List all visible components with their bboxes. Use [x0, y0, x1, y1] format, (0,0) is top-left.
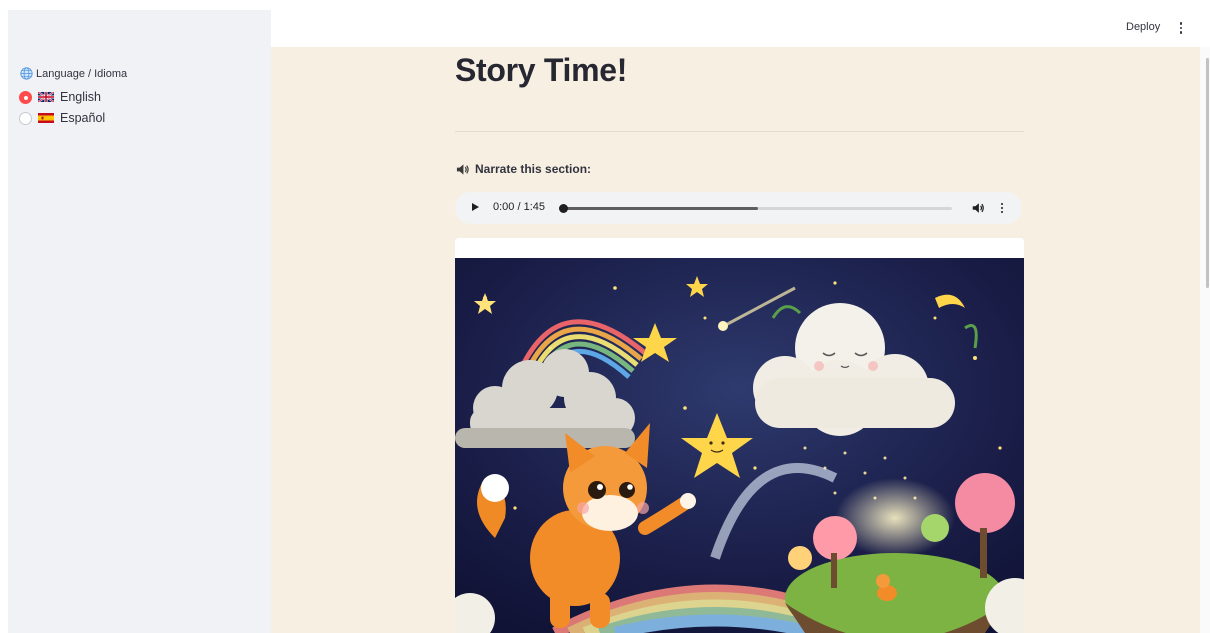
story-image-card — [455, 238, 1024, 633]
language-label: Language / Idioma — [20, 67, 127, 80]
radio-espanol[interactable] — [19, 112, 32, 125]
sidebar: Language / Idioma English Español — [8, 10, 271, 633]
narrate-label: Narrate this section: — [475, 162, 591, 176]
volume-icon[interactable] — [971, 201, 985, 215]
radio-option-espanol[interactable]: Español — [19, 111, 105, 125]
main-menu-icon[interactable] — [1176, 20, 1186, 36]
divider — [455, 131, 1024, 132]
language-label-text: Language / Idioma — [36, 68, 127, 80]
radio-option-english[interactable]: English — [19, 90, 101, 104]
es-flag-icon — [38, 113, 54, 123]
audio-time: 0:00 / 1:45 — [493, 201, 545, 213]
scrollbar-thumb[interactable] — [1206, 58, 1209, 288]
option-label-english: English — [60, 90, 101, 104]
gb-flag-icon — [38, 92, 54, 102]
globe-icon — [20, 67, 33, 80]
story-illustration — [455, 258, 1024, 633]
option-label-espanol: Español — [60, 111, 105, 125]
top-header: Deploy — [271, 10, 1210, 47]
audio-player[interactable]: 0:00 / 1:45 — [455, 192, 1022, 224]
speaker-icon — [455, 163, 470, 176]
page-title: Story Time! — [455, 52, 627, 89]
radio-english[interactable] — [19, 91, 32, 104]
narrate-heading: Narrate this section: — [455, 162, 591, 176]
play-icon[interactable] — [472, 203, 479, 211]
audio-progress-track[interactable] — [563, 207, 952, 210]
audio-seek-handle[interactable] — [559, 204, 568, 213]
audio-options-icon[interactable] — [999, 201, 1005, 215]
deploy-button[interactable]: Deploy — [1126, 21, 1160, 33]
app-root: Language / Idioma English Español — [0, 0, 1210, 633]
audio-buffered-bar — [563, 207, 758, 210]
